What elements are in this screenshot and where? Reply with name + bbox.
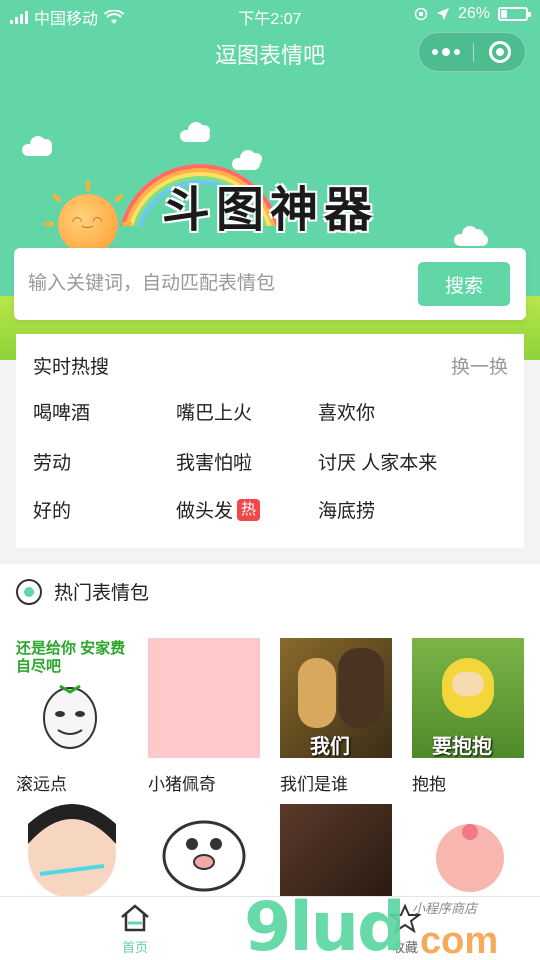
battery-icon (498, 7, 531, 21)
meme-label[interactable]: 小猪佩奇 (148, 770, 216, 795)
meme-caption: 要抱抱 (432, 736, 492, 758)
flame-icon (16, 578, 42, 605)
hot-search-item[interactable]: 嘴巴上火 (176, 398, 252, 425)
meme-thumbnail[interactable]: 要抱抱 (412, 638, 524, 758)
tab-home[interactable]: 首页 (95, 903, 175, 956)
meme-label[interactable]: 滚远点 (16, 770, 67, 795)
meme-label[interactable]: 我们是谁 (280, 770, 348, 795)
hot-search-item-label: 讨厌 人家本来 (318, 453, 438, 474)
meme-thumbnail[interactable]: 我们 (280, 638, 392, 758)
meme-thumbnail[interactable] (148, 804, 260, 900)
meme-face-illustration (43, 684, 97, 749)
hot-search-card: 实时热搜 换一换 喝啤酒 嘴巴上火 喜欢你 劳动 我害怕啦 讨厌 人家本来 好的… (16, 334, 524, 548)
hot-search-item-label: 海底捞 (318, 501, 376, 522)
sun-illustration: ◠‿◠ (44, 181, 132, 254)
meme-caption: 还是给你 安家费 自尽吧 (16, 640, 126, 675)
hot-badge: 热 (237, 498, 261, 521)
meme-label[interactable]: 抱抱 (412, 770, 446, 795)
cloud-icon (22, 136, 52, 156)
hot-search-item[interactable]: 海底捞 (318, 496, 375, 523)
capsule-divider (473, 43, 474, 62)
cloud-icon (180, 122, 210, 142)
meme-thumbnail[interactable] (148, 638, 260, 758)
hot-search-item[interactable]: 喜欢你 (318, 398, 375, 425)
hot-search-item-label: 喝啤酒 (33, 403, 91, 424)
meme-thumbnail[interactable] (412, 804, 524, 900)
meme-thumbnail[interactable]: 还是给你 安家费 自尽吧 (16, 638, 128, 758)
section-title: 热门表情包 (54, 583, 150, 604)
hot-search-item[interactable]: 讨厌 人家本来 (318, 448, 437, 475)
hot-search-title: 实时热搜 (33, 357, 110, 378)
search-input[interactable] (28, 266, 408, 302)
more-menu-button[interactable] (419, 33, 473, 71)
search-box: 搜索 (14, 248, 526, 320)
battery-percent: 26% (457, 5, 490, 22)
nav-bar: 逗图表情吧 (0, 28, 540, 78)
close-mini-program-button[interactable] (489, 41, 511, 63)
status-right: 26% (414, 5, 531, 23)
hot-search-item-label: 我害怕啦 (176, 453, 253, 474)
meme-thumbnail[interactable] (16, 804, 128, 900)
search-button[interactable]: 搜索 (418, 262, 510, 306)
hot-search-item[interactable]: 做头发热 (176, 496, 261, 523)
meme-caption: 我们 (310, 736, 350, 758)
watermark-sub: 小程序商店 (412, 901, 478, 916)
hot-search-item-label: 做头发 (176, 501, 234, 522)
home-icon (119, 903, 151, 933)
mini-program-capsule (418, 32, 526, 72)
hot-search-item-label: 嘴巴上火 (176, 403, 253, 424)
hot-search-item-label: 好的 (33, 501, 72, 522)
watermark-suffix: com (420, 920, 499, 960)
hot-search-item[interactable]: 我害怕啦 (176, 448, 252, 475)
section-header: 热门表情包 (16, 578, 149, 605)
hot-search-item[interactable]: 劳动 (33, 448, 71, 475)
hot-search-item[interactable]: 喝啤酒 (33, 398, 90, 425)
refresh-button[interactable]: 换一换 (451, 352, 508, 379)
tab-home-label: 首页 (121, 940, 148, 955)
meme-thumbnail[interactable] (280, 804, 392, 900)
watermark-brand: 9lud (244, 888, 406, 960)
hot-search-item-label: 劳动 (33, 453, 72, 474)
cloud-icon (454, 226, 488, 246)
hot-search-item[interactable]: 好的 (33, 496, 71, 523)
hot-search-item-label: 喜欢你 (318, 403, 376, 424)
banner-logo: 斗图神器 (162, 182, 379, 238)
orientation-lock-icon (414, 7, 428, 21)
status-bar: 中国移动 下午2:07 26% (0, 0, 540, 28)
location-icon (436, 8, 449, 20)
